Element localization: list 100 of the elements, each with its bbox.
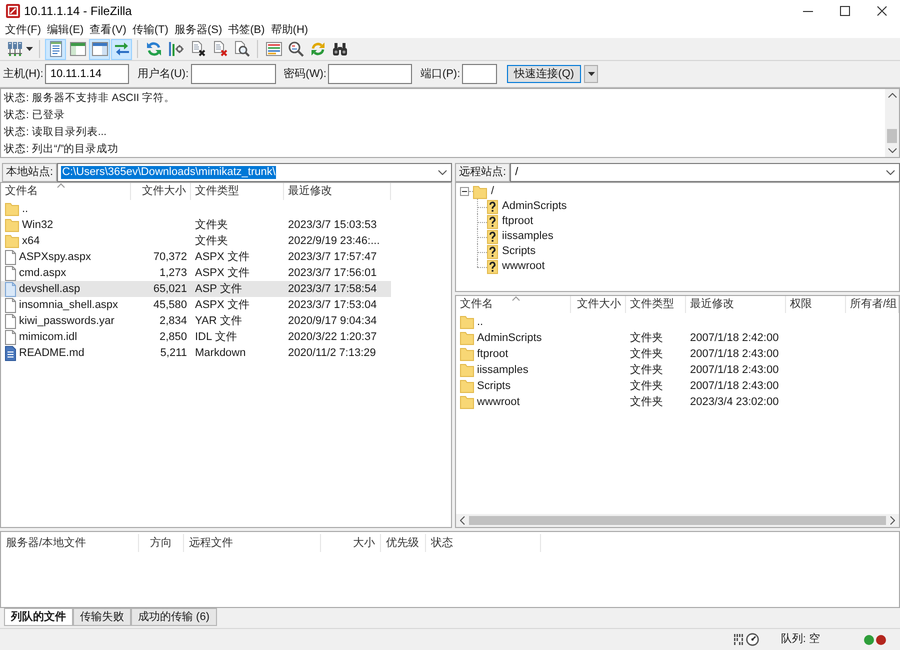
column-header[interactable]: 所有者/组 xyxy=(846,296,899,313)
queue-tab[interactable]: 成功的传输 (6) xyxy=(131,608,216,626)
toggle-log-button[interactable] xyxy=(45,38,66,60)
file-type: IDL 文件 xyxy=(195,332,237,342)
column-header[interactable]: 文件类型 xyxy=(626,296,686,313)
file-row[interactable]: ftproot 文件夹 2007/1/18 2:43:00 xyxy=(456,346,899,362)
folder-icon xyxy=(460,395,474,409)
port-field[interactable] xyxy=(462,64,498,84)
column-header[interactable]: 优先级 xyxy=(381,534,426,552)
file-row[interactable]: Win32 文件夹 2023/3/7 15:03:53 xyxy=(1,217,391,233)
password-field[interactable] xyxy=(328,64,412,84)
folder-icon xyxy=(460,331,474,345)
tree-item[interactable]: AdminScripts xyxy=(477,199,567,214)
column-header[interactable]: 文件名 xyxy=(456,296,571,313)
host-field[interactable]: 10.11.1.14 xyxy=(45,64,130,84)
question-mark-icon xyxy=(487,244,498,258)
queue-tab[interactable]: 传输失败 xyxy=(73,608,131,626)
file-icon xyxy=(5,282,16,296)
file-row[interactable]: iissamples 文件夹 2007/1/18 2:43:00 xyxy=(456,362,899,378)
modified-date: 2023/3/4 23:02:00 xyxy=(690,396,779,408)
scroll-right-icon[interactable] xyxy=(890,516,895,525)
tree-folder-name: Scripts xyxy=(502,246,536,257)
question-mark-icon xyxy=(487,200,498,214)
file-name: iissamples xyxy=(477,364,528,376)
file-row[interactable]: README.md 5,211 Markdown 2020/11/2 7:13:29 xyxy=(1,345,391,361)
close-icon[interactable] xyxy=(876,6,886,16)
menu-item[interactable]: 书签(B) xyxy=(225,24,268,36)
file-row[interactable]: ASPXspy.aspx 70,372 ASPX 文件 2023/3/7 17:57:47 xyxy=(1,249,391,265)
quickconnect-dropdown-button[interactable] xyxy=(584,65,598,83)
chevron-down-icon[interactable] xyxy=(438,170,447,175)
file-icon xyxy=(5,298,16,312)
window-panel-icon xyxy=(92,41,108,57)
toggle-remote-tree-button[interactable] xyxy=(89,38,110,60)
local-path-combobox[interactable]: C:\Users\365ev\Downloads\mimikatz_trunk\ xyxy=(57,163,452,182)
document-magnifier-icon[interactable] xyxy=(234,41,250,57)
menu-item[interactable]: 查看(V) xyxy=(86,24,130,36)
tree-folder-name: ftproot xyxy=(502,216,534,227)
queue-tab[interactable]: 列队的文件 xyxy=(4,608,73,626)
tree-item[interactable]: Scripts xyxy=(477,244,536,259)
colored-lines-icon[interactable] xyxy=(266,41,282,57)
servers-icon[interactable] xyxy=(7,41,23,57)
magnifier-icon[interactable] xyxy=(288,41,304,57)
column-header[interactable]: 方向 xyxy=(139,534,184,552)
scrollbar-thumb[interactable] xyxy=(887,129,897,143)
scroll-down-icon[interactable] xyxy=(888,148,896,153)
file-row[interactable]: mimicom.idl 2,850 IDL 文件 2020/3/22 1:20:37 xyxy=(1,329,391,345)
collapse-icon[interactable] xyxy=(460,187,469,196)
sync-arrows-icon[interactable] xyxy=(310,41,326,57)
tree-item[interactable]: wwwroot xyxy=(477,259,545,274)
scrollbar-thumb[interactable] xyxy=(469,516,886,525)
column-header[interactable]: 文件名 xyxy=(1,183,131,200)
refresh-icon[interactable] xyxy=(146,41,162,57)
file-row[interactable]: .. xyxy=(456,314,899,330)
file-row[interactable]: wwwroot 文件夹 2023/3/4 23:02:00 xyxy=(456,394,899,410)
modified-date: 2020/9/17 9:04:34 xyxy=(288,316,377,326)
column-header[interactable]: 服务器/本地文件 xyxy=(1,534,139,552)
quickconnect-button[interactable]: 快速连接(Q) xyxy=(507,65,582,83)
scroll-up-icon[interactable] xyxy=(888,93,896,98)
bars-gear-icon[interactable] xyxy=(168,41,184,57)
menu-item[interactable]: 服务器(S) xyxy=(171,24,226,36)
file-row[interactable]: x64 文件夹 2022/9/19 23:46:... xyxy=(1,233,391,249)
file-row[interactable]: cmd.aspx 1,273 ASPX 文件 2023/3/7 17:56:01 xyxy=(1,265,391,281)
column-header[interactable]: 远程文件 xyxy=(184,534,321,552)
binoculars-icon[interactable] xyxy=(332,41,348,57)
tree-item[interactable]: iissamples xyxy=(477,229,554,244)
file-row[interactable]: kiwi_passwords.yar 2,834 YAR 文件 2020/9/17 9:04:34 xyxy=(1,313,391,329)
tree-folder-name: iissamples xyxy=(502,231,554,242)
tree-item[interactable]: / xyxy=(456,184,494,199)
file-row[interactable]: insomnia_shell.aspx 45,580 ASPX 文件 2023/3/7 17:53:04 xyxy=(1,297,391,313)
file-row[interactable]: Scripts 文件夹 2007/1/18 2:43:00 xyxy=(456,378,899,394)
file-row[interactable]: .. xyxy=(1,201,391,217)
menu-item[interactable]: 传输(T) xyxy=(129,24,172,36)
document-cross-icon[interactable] xyxy=(190,41,206,57)
column-header[interactable]: 最近修改 xyxy=(686,296,786,313)
file-row[interactable]: AdminScripts 文件夹 2007/1/18 2:42:00 xyxy=(456,330,899,346)
chevron-down-icon[interactable] xyxy=(886,170,895,175)
menu-item[interactable]: 文件(F) xyxy=(2,24,44,36)
menu-item[interactable]: 帮助(H) xyxy=(268,24,312,36)
toggle-queue-button[interactable] xyxy=(111,38,132,60)
column-header[interactable]: 文件类型 xyxy=(191,183,284,200)
file-name: insomnia_shell.aspx xyxy=(19,300,118,310)
caret-icon[interactable] xyxy=(26,47,33,51)
column-header[interactable]: 状态 xyxy=(426,534,541,552)
port-label: 端口(P): xyxy=(420,68,460,80)
maximize-icon[interactable] xyxy=(840,6,850,16)
column-header[interactable]: 大小 xyxy=(321,534,381,552)
file-name: ASPXspy.aspx xyxy=(19,252,91,262)
column-header[interactable]: 最近修改 xyxy=(284,183,391,200)
menu-item[interactable]: 编辑(E) xyxy=(44,24,87,36)
scroll-left-icon[interactable] xyxy=(460,516,465,525)
host-label: 主机(H): xyxy=(3,68,44,80)
column-header[interactable]: 权限 xyxy=(786,296,846,313)
username-field[interactable] xyxy=(190,64,276,84)
tree-item[interactable]: ftproot xyxy=(477,214,534,229)
modified-date: 2023/3/7 17:57:47 xyxy=(288,252,377,262)
remote-path-combobox[interactable]: / xyxy=(510,163,900,182)
column-header[interactable]: 文件大小 xyxy=(571,296,626,313)
column-header[interactable]: 文件大小 xyxy=(131,183,191,200)
file-size: 5,211 xyxy=(160,348,187,358)
file-row[interactable]: devshell.asp 65,021 ASP 文件 2023/3/7 17:58:54 xyxy=(1,281,391,297)
